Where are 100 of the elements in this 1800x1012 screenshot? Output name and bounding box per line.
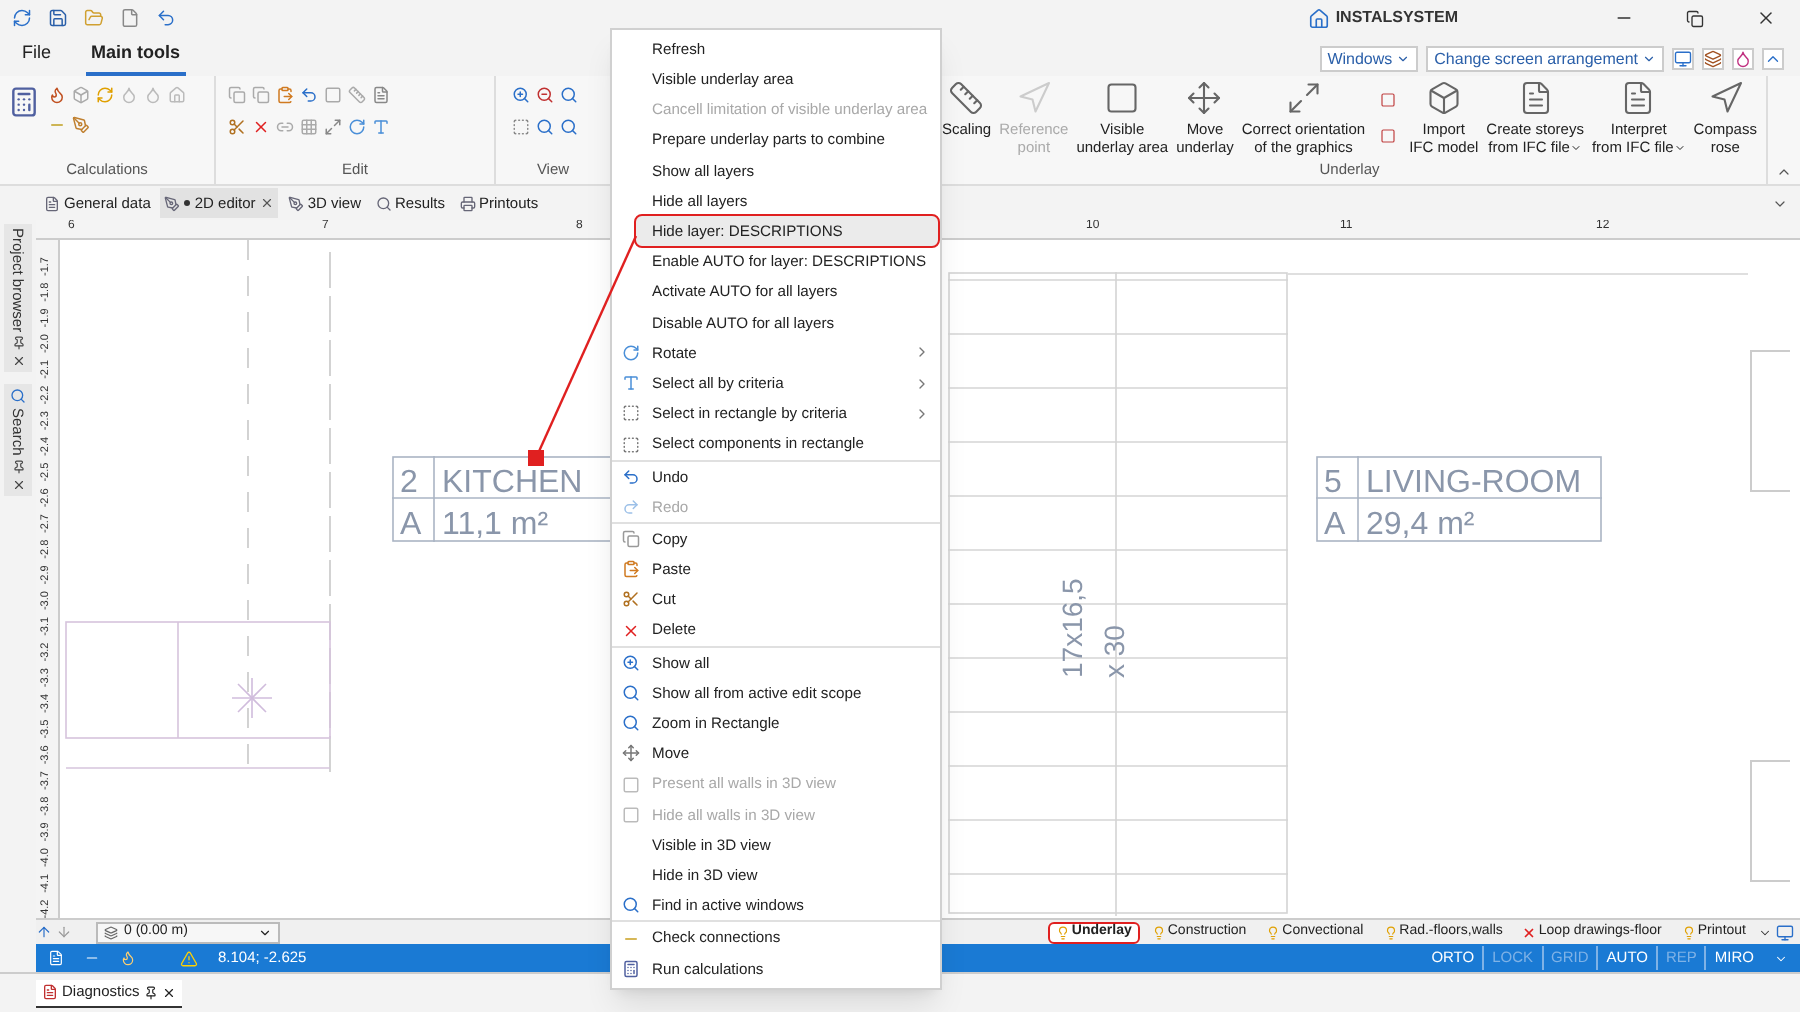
document-icon bbox=[44, 195, 60, 211]
search-icon bbox=[622, 684, 640, 703]
pen-icon bbox=[287, 195, 304, 211]
printer-icon bbox=[459, 195, 476, 211]
caret-icon bbox=[258, 925, 272, 939]
drop-icon[interactable] bbox=[1732, 48, 1754, 70]
close-icon[interactable] bbox=[1756, 8, 1776, 28]
delete-icon bbox=[622, 621, 640, 640]
ruler-icon bbox=[948, 80, 985, 116]
small-tool-icon[interactable] bbox=[1379, 128, 1396, 144]
area-label: A bbox=[1324, 508, 1346, 542]
arrangement-dropdown[interactable]: Change screen arrangement bbox=[1426, 46, 1664, 72]
lightbulb-icon bbox=[1151, 925, 1166, 939]
frame-icon bbox=[1104, 80, 1141, 116]
search-icon[interactable] bbox=[560, 118, 578, 136]
app-logo: INSTALSYSTEM bbox=[1335, 6, 1458, 30]
monitor-icon[interactable] bbox=[1672, 48, 1694, 70]
close-icon[interactable] bbox=[11, 477, 25, 492]
dashed-rectangle-icon bbox=[622, 435, 640, 454]
calculator-icon[interactable] bbox=[8, 86, 40, 118]
ribbon-tab[interactable]: File bbox=[16, 39, 58, 76]
close-icon[interactable] bbox=[161, 985, 176, 999]
document-icon bbox=[42, 984, 58, 1000]
rotate-icon bbox=[622, 343, 640, 362]
heater-icon[interactable] bbox=[48, 86, 66, 104]
paste-icon bbox=[622, 560, 640, 579]
stair-label: 17x16,5 bbox=[1056, 564, 1088, 680]
dashed-rectangle-icon[interactable] bbox=[512, 118, 530, 136]
search-icon[interactable] bbox=[536, 118, 554, 136]
lightbulb-icon bbox=[1055, 925, 1070, 939]
file-icon[interactable] bbox=[120, 8, 140, 28]
room-name: KITCHEN bbox=[442, 466, 583, 500]
collapse-icon[interactable] bbox=[1762, 48, 1784, 70]
paste-icon[interactable] bbox=[276, 86, 294, 104]
resize-icon bbox=[1285, 80, 1322, 116]
document-icon bbox=[1620, 80, 1657, 116]
zoom-icon bbox=[622, 653, 640, 672]
dashed-rectangle-icon bbox=[622, 404, 640, 423]
rotate-icon[interactable] bbox=[348, 118, 366, 136]
lightbulb-icon bbox=[1266, 925, 1281, 939]
document-icon[interactable] bbox=[48, 950, 64, 966]
document-icon bbox=[1517, 80, 1554, 116]
caret-icon bbox=[1642, 52, 1656, 66]
cabinet-outline bbox=[1750, 760, 1790, 884]
windows-dropdown[interactable]: Windows bbox=[1319, 46, 1419, 72]
text-icon[interactable] bbox=[372, 118, 390, 136]
warning-icon bbox=[180, 949, 198, 967]
logo-icon bbox=[1307, 7, 1330, 29]
caret-icon bbox=[1569, 141, 1582, 153]
pen-icon bbox=[164, 195, 181, 211]
stair-label: x 30 bbox=[1098, 616, 1130, 680]
lightbulb-icon bbox=[1681, 925, 1696, 939]
cabinet-outline bbox=[1750, 350, 1790, 494]
room-area: 29,4 m² bbox=[1366, 508, 1475, 542]
search-icon bbox=[375, 195, 391, 211]
layers-icon[interactable] bbox=[1702, 48, 1724, 70]
search-icon[interactable] bbox=[560, 86, 578, 104]
zoom-out-icon[interactable] bbox=[536, 86, 554, 104]
restore-icon[interactable] bbox=[1686, 9, 1704, 27]
small-tool-icon[interactable] bbox=[1379, 92, 1396, 108]
arrow-up-icon[interactable] bbox=[36, 924, 52, 940]
undo-icon bbox=[622, 467, 640, 486]
area-label: A bbox=[400, 508, 422, 542]
layers-icon bbox=[104, 925, 118, 939]
close-icon[interactable] bbox=[11, 354, 25, 369]
resize-icon[interactable] bbox=[324, 118, 342, 136]
refresh-icon[interactable] bbox=[12, 8, 32, 28]
arrow-down-icon[interactable] bbox=[56, 924, 72, 940]
room-number: 5 bbox=[1324, 466, 1342, 500]
status-menu-icon[interactable] bbox=[1774, 951, 1788, 965]
move-icon bbox=[622, 744, 640, 763]
room-area: 11,1 m² bbox=[442, 508, 549, 542]
search-icon bbox=[622, 714, 640, 733]
scissors-icon[interactable] bbox=[228, 118, 246, 136]
more-layers-icon[interactable] bbox=[1758, 925, 1772, 939]
sheet-icon[interactable] bbox=[372, 86, 390, 104]
lightbulb-icon bbox=[1383, 925, 1398, 939]
room-number: 2 bbox=[400, 466, 418, 500]
zoom-in-icon[interactable] bbox=[512, 86, 530, 104]
save-icon[interactable] bbox=[48, 8, 68, 28]
collapse-ribbon-icon[interactable] bbox=[1776, 164, 1792, 180]
caret-icon bbox=[1396, 52, 1411, 66]
pin-icon[interactable] bbox=[11, 459, 25, 474]
delete-icon[interactable] bbox=[252, 118, 270, 136]
search-icon bbox=[622, 896, 640, 915]
monitor-icon[interactable] bbox=[1776, 923, 1794, 941]
caret-icon bbox=[1673, 141, 1686, 153]
copy-icon bbox=[622, 530, 640, 549]
pin-icon[interactable] bbox=[11, 336, 25, 351]
cross-icon bbox=[1522, 925, 1537, 939]
calculator-icon bbox=[622, 959, 640, 978]
scissors-icon bbox=[622, 590, 640, 609]
edit-icon[interactable] bbox=[72, 116, 90, 134]
search-icon bbox=[10, 388, 26, 405]
text-select-icon bbox=[622, 374, 640, 393]
undo-icon[interactable] bbox=[300, 86, 318, 104]
pin-icon[interactable] bbox=[143, 985, 158, 999]
move-icon bbox=[1186, 80, 1223, 116]
undo-icon[interactable] bbox=[156, 8, 176, 28]
redo-icon bbox=[622, 497, 640, 516]
